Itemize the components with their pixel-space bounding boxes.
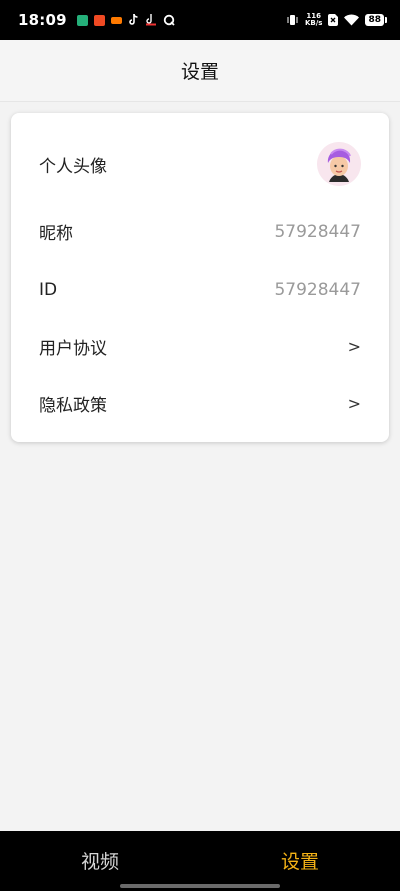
status-bar: 18:09 116 KB/s 88 [0, 0, 400, 40]
settings-row-user-agreement[interactable]: 用户协议 > [11, 318, 389, 375]
settings-row-nickname[interactable]: 昵称 57928447 [11, 203, 389, 260]
tab-settings[interactable]: 设置 [200, 831, 400, 891]
app-notification-icon [93, 14, 105, 26]
nickname-label: 昵称 [39, 224, 73, 244]
vibrate-icon [286, 11, 299, 30]
no-sim-icon [328, 11, 339, 30]
id-label: ID [39, 279, 58, 300]
status-bar-right: 116 KB/s 88 [286, 11, 387, 30]
tiktok-icon [128, 11, 139, 30]
app-notification-icon [76, 14, 88, 26]
status-bar-left: 18:09 [18, 11, 175, 30]
settings-row-id[interactable]: ID 57928447 [11, 261, 389, 318]
settings-row-privacy-policy[interactable]: 隐私政策 > [11, 375, 389, 432]
page-title: 设置 [180, 61, 219, 83]
tab-settings-label: 设置 [280, 850, 319, 873]
page-header: 设置 [0, 40, 400, 102]
app-notification-icon [110, 16, 122, 24]
wifi-icon [344, 11, 360, 30]
q-app-icon [163, 11, 175, 30]
chevron-right-icon: > [347, 337, 361, 356]
privacy-policy-label: 隐私政策 [39, 396, 107, 416]
avatar-label: 个人头像 [39, 156, 107, 177]
avatar[interactable] [317, 142, 361, 186]
settings-card: 个人头像 昵称 57928447 ID 57928447 用户协议 > 隐私政策… [11, 113, 389, 442]
home-indicator[interactable] [120, 884, 280, 888]
id-value: 57928447 [274, 279, 361, 300]
user-agreement-label: 用户协议 [39, 339, 107, 359]
clock: 18:09 [18, 11, 67, 29]
chevron-right-icon: > [347, 394, 361, 413]
tiktok-lite-icon [145, 11, 157, 30]
settings-row-avatar[interactable]: 个人头像 [11, 135, 389, 193]
network-speed: 116 KB/s [305, 13, 322, 27]
cartoon-avatar-icon [317, 142, 361, 186]
battery-indicator: 88 [365, 14, 387, 26]
nickname-value: 57928447 [274, 221, 361, 242]
tab-videos-label: 视频 [80, 850, 119, 873]
bottom-tab-bar: 视频 设置 [0, 831, 400, 891]
tab-videos[interactable]: 视频 [0, 831, 200, 891]
network-speed-unit: KB/s [304, 19, 323, 27]
